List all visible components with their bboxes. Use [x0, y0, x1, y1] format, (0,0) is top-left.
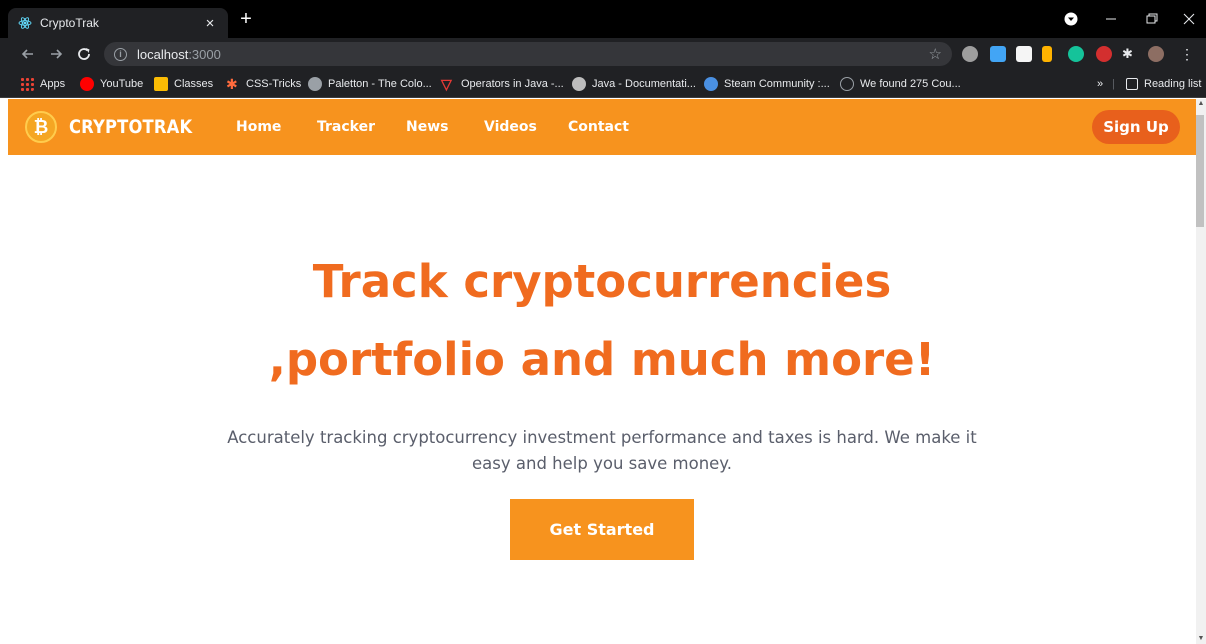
grammarly-icon[interactable]	[1068, 46, 1084, 62]
bookmark-steam[interactable]: Steam Community :...	[704, 76, 830, 92]
nav-tracker[interactable]: Tracker	[317, 119, 375, 135]
browser-tab-bar: CryptoTrak × +	[0, 0, 1206, 38]
browser-toolbar: i localhost :3000 ☆ ✱ ⋮	[0, 38, 1206, 70]
coupon-icon	[840, 77, 854, 91]
youtube-icon	[80, 77, 94, 91]
minimize-icon[interactable]	[1096, 8, 1126, 30]
paletton-icon	[308, 77, 322, 91]
bitcoin-logo-icon[interactable]: ₿	[25, 111, 57, 143]
forward-icon[interactable]	[46, 44, 66, 64]
javatpoint-icon: ▽	[441, 76, 452, 92]
css-tricks-icon: ✱	[226, 76, 238, 92]
reload-icon[interactable]	[74, 44, 94, 64]
page-scrollbar[interactable]: ▲ ▼	[1196, 99, 1206, 644]
react-favicon-icon	[18, 17, 32, 29]
extension-icon-1[interactable]	[962, 46, 978, 62]
nav-home[interactable]: Home	[236, 119, 281, 135]
chrome-menu-icon[interactable]: ⋮	[1180, 46, 1196, 62]
bookmark-java-docs[interactable]: Java - Documentati...	[572, 76, 696, 92]
site-info-icon[interactable]: i	[114, 47, 127, 61]
url-port: :3000	[188, 46, 221, 62]
bookmark-css-tricks[interactable]: ✱ CSS-Tricks	[226, 76, 301, 92]
bookmarks-bar: Apps YouTube Classes ✱ CSS-Tricks Palett…	[0, 70, 1206, 98]
bookmark-classes[interactable]: Classes	[154, 76, 213, 92]
site-navbar: ₿ CRYPTOTRAK Home Tracker News Videos Co…	[8, 99, 1196, 155]
back-icon[interactable]	[18, 44, 38, 64]
bookmark-operators-java[interactable]: ▽ Operators in Java -...	[441, 76, 564, 92]
extensions-puzzle-icon[interactable]: ✱	[1122, 46, 1138, 62]
hero-subtitle: Accurately tracking cryptocurrency inves…	[227, 428, 977, 473]
browser-tab[interactable]: CryptoTrak ×	[8, 8, 228, 38]
tab-title: CryptoTrak	[40, 16, 99, 30]
nav-contact[interactable]: Contact	[568, 119, 629, 135]
ublock-icon[interactable]	[1096, 46, 1112, 62]
scroll-up-arrow-icon[interactable]: ▲	[1196, 99, 1206, 109]
profile-avatar-icon[interactable]	[1148, 46, 1164, 62]
profile-icon[interactable]	[1056, 8, 1086, 30]
nav-news[interactable]: News	[406, 119, 448, 135]
hero-title-line-2: ,portfolio and much more!	[268, 333, 936, 386]
get-started-button[interactable]: Get Started	[510, 499, 694, 560]
bookmark-paletton[interactable]: Paletton - The Colo...	[308, 76, 432, 92]
site-brand[interactable]: CRYPTOTRAK	[69, 116, 192, 138]
url-host: localhost	[137, 46, 189, 62]
bookmark-coupons[interactable]: We found 275 Cou...	[840, 76, 961, 92]
bookmarks-separator: |	[1112, 78, 1115, 90]
bookmark-apps[interactable]: Apps	[20, 76, 65, 92]
tab-close-icon[interactable]: ×	[202, 15, 218, 32]
restore-icon[interactable]	[1136, 8, 1166, 30]
scroll-thumb[interactable]	[1196, 115, 1204, 227]
bookmark-youtube[interactable]: YouTube	[80, 76, 143, 92]
reading-list-button[interactable]: Reading list	[1126, 76, 1201, 92]
close-window-icon[interactable]	[1174, 8, 1204, 30]
java-docs-icon	[572, 77, 586, 91]
nav-videos[interactable]: Videos	[484, 119, 537, 135]
bookmark-star-icon[interactable]: ☆	[929, 45, 942, 63]
web-page: ₿ CRYPTOTRAK Home Tracker News Videos Co…	[8, 99, 1196, 644]
sign-up-button[interactable]: Sign Up	[1092, 110, 1180, 144]
classroom-icon	[154, 77, 168, 91]
scroll-down-arrow-icon[interactable]: ▼	[1196, 634, 1206, 644]
hero-title-line-1: Track cryptocurrencies	[312, 255, 892, 308]
new-tab-button[interactable]: +	[236, 9, 256, 29]
bookmarks-overflow-button[interactable]: »	[1097, 76, 1103, 92]
reading-list-icon	[1126, 78, 1138, 90]
steam-icon	[704, 77, 718, 91]
extension-icon-2[interactable]	[990, 46, 1006, 62]
apps-grid-icon	[20, 77, 34, 91]
extension-icon-3[interactable]	[1016, 46, 1032, 62]
address-bar[interactable]: i localhost :3000 ☆	[104, 42, 952, 66]
extension-icon-4[interactable]	[1042, 46, 1052, 62]
